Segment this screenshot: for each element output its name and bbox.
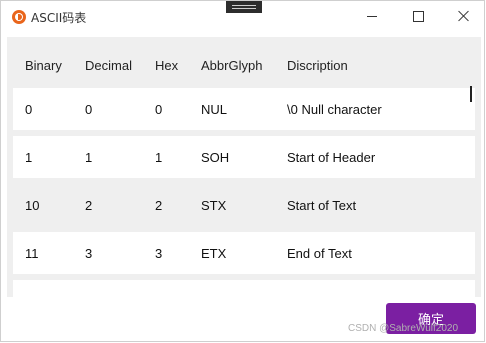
cell-decimal: 1 [85, 150, 93, 165]
column-header-description[interactable]: Discription [287, 58, 348, 73]
cell-hex: 3 [155, 246, 163, 261]
table-row[interactable] [13, 280, 475, 297]
drag-handle-icon[interactable] [226, 1, 262, 13]
cell-binary: 10 [25, 198, 40, 213]
close-button[interactable] [441, 1, 486, 31]
cell-abbr-glyph: SOH [201, 150, 230, 165]
vertical-scrollbar[interactable] [470, 86, 472, 102]
cell-decimal: 2 [85, 198, 93, 213]
table-row[interactable]: 1 1 1 SOH Start of Header [13, 136, 475, 178]
cell-decimal: 3 [85, 246, 93, 261]
cell-binary: 0 [25, 102, 33, 117]
cell-description: Start of Text [287, 198, 357, 213]
column-header-binary[interactable]: Binary [25, 58, 62, 73]
cell-hex: 1 [155, 150, 163, 165]
cell-description: End of Text [287, 246, 352, 261]
table-row[interactable]: 0 0 0 NUL \0 Null character [13, 88, 475, 130]
cell-abbr-glyph: NUL [201, 102, 228, 117]
maximize-icon [412, 10, 424, 22]
cell-binary: 1 [25, 150, 33, 165]
minimize-icon [367, 15, 377, 17]
app-logo-icon [12, 10, 26, 24]
table-row[interactable]: 10 2 2 STX Start of Text [13, 184, 475, 226]
maximize-button[interactable] [395, 1, 441, 31]
cell-hex: 2 [155, 198, 163, 213]
title-bar[interactable]: ASCII码表 [1, 1, 484, 33]
table-header: Binary Decimal Hex AbbrGlyph Discription [7, 37, 481, 87]
cell-abbr-glyph: ETX [201, 246, 227, 261]
cell-abbr-glyph: STX [201, 198, 227, 213]
column-header-hex[interactable]: Hex [155, 58, 178, 73]
cell-description: Start of Header [287, 150, 376, 165]
cell-description: \0 Null character [287, 102, 382, 117]
cell-binary: 11 [25, 246, 39, 261]
window-title: ASCII码表 [31, 11, 87, 25]
ascii-table-window: ASCII码表 Binary Decimal Hex AbbrGlyph Dis… [0, 0, 485, 342]
column-header-abbr-glyph[interactable]: AbbrGlyph [201, 58, 262, 73]
table-row[interactable]: 11 3 3 ETX End of Text [13, 232, 475, 274]
ascii-table[interactable]: Binary Decimal Hex AbbrGlyph Discription… [7, 37, 481, 297]
minimize-button[interactable] [349, 1, 395, 31]
column-header-decimal[interactable]: Decimal [85, 58, 132, 73]
cell-decimal: 0 [85, 102, 93, 117]
cell-hex: 0 [155, 102, 163, 117]
watermark: CSDN @SabreWulf2020 [348, 323, 459, 334]
close-icon [458, 10, 470, 22]
